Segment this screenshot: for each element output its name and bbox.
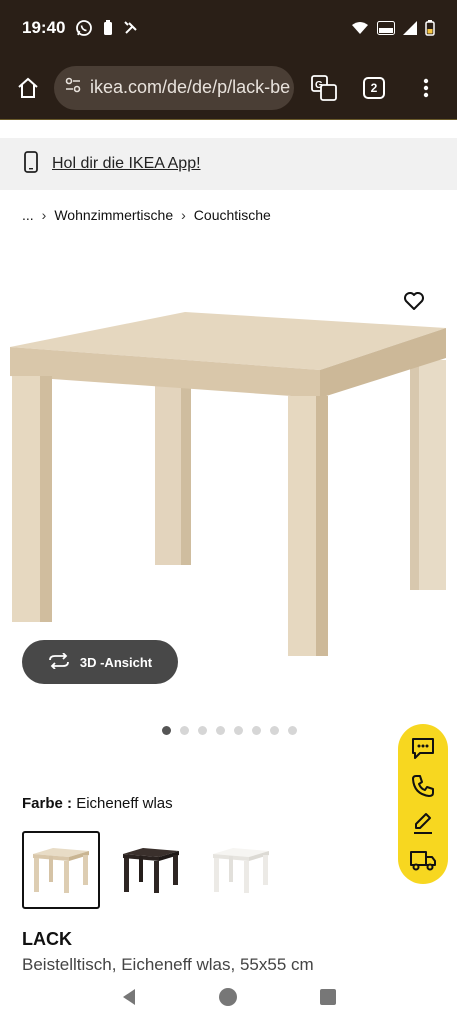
swatch-white[interactable] [202, 831, 280, 909]
carousel-dot[interactable] [216, 726, 225, 735]
tab-count: 2 [363, 76, 385, 99]
browser-toolbar: ikea.com/de/de/p/lack-be G 2 [0, 56, 457, 120]
color-label: Farbe : Eicheneff wlas [22, 795, 173, 812]
rotate-3d-icon [48, 651, 70, 672]
product-image[interactable] [0, 280, 457, 700]
translate-icon: G [311, 74, 337, 101]
more-vert-icon [423, 78, 429, 97]
truck-icon[interactable] [407, 844, 439, 876]
home-button[interactable] [10, 70, 46, 106]
breadcrumb-item-ellipsis[interactable]: ... [22, 207, 34, 223]
swatch-oak-effect[interactable] [22, 831, 100, 909]
heart-icon [404, 292, 424, 310]
home-icon [18, 77, 38, 98]
site-settings-icon[interactable] [64, 76, 82, 99]
system-nav-bar [0, 975, 457, 1024]
translate-button[interactable]: G [306, 70, 342, 106]
view-3d-button[interactable]: 3D -Ansicht [22, 640, 178, 684]
product-description: Beistelltisch, Eicheneff wlas, 55x55 cm [22, 955, 314, 974]
svg-text:G: G [315, 80, 323, 91]
carousel-pagination [162, 726, 297, 735]
color-selected-value: Eicheneff wlas [76, 795, 173, 812]
carousel-dot[interactable] [252, 726, 261, 735]
url-text: ikea.com/de/de/p/lack-be [90, 77, 291, 97]
whatsapp-icon [75, 19, 93, 37]
carousel-dot[interactable] [162, 726, 171, 735]
phone-icon[interactable] [407, 770, 439, 802]
breadcrumb: ... › Wohnzimmertische › Couchtische [22, 207, 271, 223]
app-download-banner[interactable]: Hol dir die IKEA App! [0, 138, 457, 190]
menu-button[interactable] [408, 70, 444, 106]
color-swatches [22, 831, 280, 909]
status-time: 19:40 [22, 18, 66, 37]
view-3d-label: 3D -Ansicht [79, 654, 153, 670]
back-nav-icon[interactable] [120, 988, 138, 1011]
carousel-dot[interactable] [198, 726, 207, 735]
breadcrumb-separator: › [41, 207, 47, 223]
tools-icon [123, 20, 139, 36]
recents-nav-icon[interactable] [319, 988, 337, 1011]
carousel-dot[interactable] [180, 726, 189, 735]
battery-saver-icon [103, 20, 113, 36]
carousel-dot[interactable] [234, 726, 243, 735]
carousel-dot[interactable] [288, 726, 297, 735]
wifi-icon [351, 21, 369, 35]
product-name: LACK [22, 929, 72, 949]
phone-device-icon [24, 150, 38, 178]
status-bar: 19:40 [0, 0, 457, 56]
battery-icon [425, 20, 435, 36]
breadcrumb-item-couchtische[interactable]: Couchtische [194, 207, 271, 223]
edit-icon[interactable] [407, 807, 439, 839]
signal-icon [403, 21, 417, 35]
volte-icon [377, 21, 395, 35]
home-nav-icon[interactable] [218, 987, 238, 1012]
swatch-black-brown[interactable] [112, 831, 190, 909]
color-label-title: Farbe : [22, 795, 73, 812]
favorite-button[interactable] [400, 287, 428, 315]
app-banner-link[interactable]: Hol dir die IKEA App! [52, 155, 201, 173]
breadcrumb-separator: › [181, 207, 186, 223]
carousel-dot[interactable] [270, 726, 279, 735]
breadcrumb-item-wohnzimmertische[interactable]: Wohnzimmertische [54, 207, 173, 223]
customer-service-fab [398, 724, 448, 884]
url-bar[interactable]: ikea.com/de/de/p/lack-be [54, 65, 294, 110]
chat-icon[interactable] [407, 733, 439, 765]
tabs-button[interactable]: 2 [356, 70, 392, 106]
